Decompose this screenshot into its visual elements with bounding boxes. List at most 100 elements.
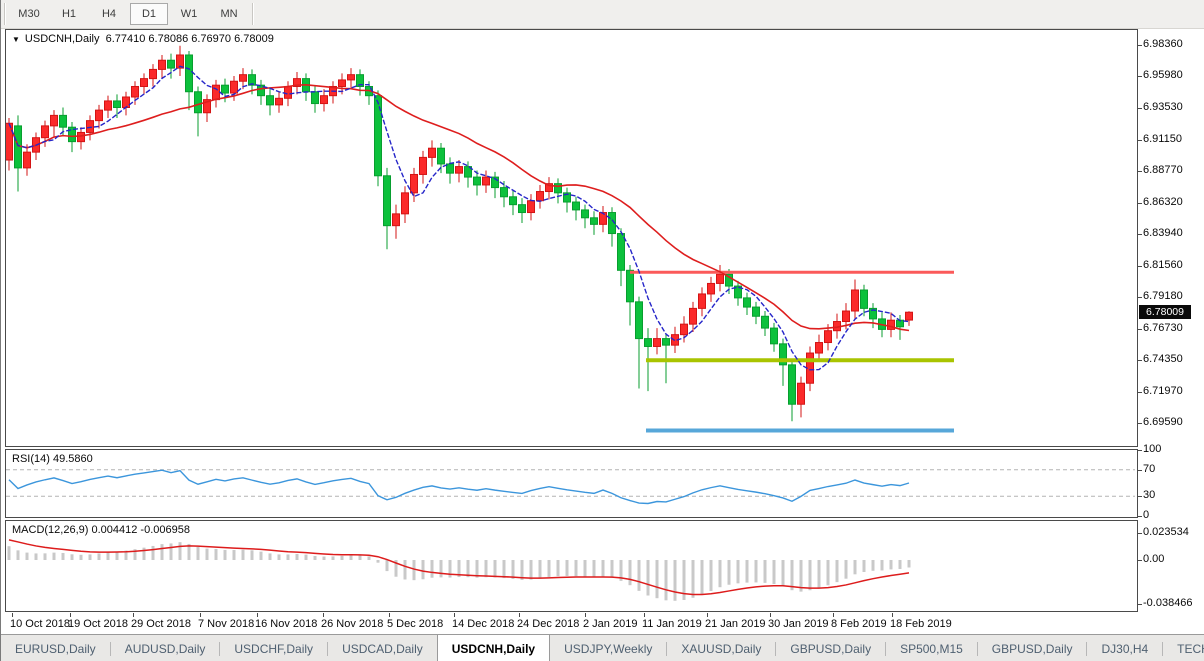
date-axis-label: 21 Jan 2019 xyxy=(705,618,766,630)
date-axis-tick xyxy=(892,613,893,617)
rsi-panel[interactable]: RSI(14) 49.5860 xyxy=(5,449,1138,518)
candlestick-chart[interactable] xyxy=(6,30,1135,444)
chart-tab-eurusd-daily[interactable]: EURUSD,Daily xyxy=(1,635,110,661)
candle xyxy=(573,202,580,210)
price-axis-label: 6.95980 xyxy=(1143,69,1183,81)
candle xyxy=(195,92,202,113)
chart-tab-usdcad-daily[interactable]: USDCAD,Daily xyxy=(328,635,437,661)
rsi-value: 49.5860 xyxy=(53,453,93,465)
price-axis-label: 6.76730 xyxy=(1143,322,1183,334)
chart-tab-dj30-h4[interactable]: DJ30,H4 xyxy=(1087,635,1162,661)
date-axis-tick xyxy=(133,613,134,617)
chart-tab-xauusd-daily[interactable]: XAUUSD,Daily xyxy=(667,635,775,661)
candle xyxy=(537,192,544,201)
timeframe-button-mn[interactable]: MN xyxy=(210,3,248,25)
timeframe-button-w1[interactable]: W1 xyxy=(170,3,208,25)
candle xyxy=(150,69,157,78)
candle xyxy=(132,86,139,97)
candle xyxy=(618,234,625,271)
candle xyxy=(78,132,85,141)
candle xyxy=(627,270,634,302)
date-axis-label: 29 Oct 2018 xyxy=(131,618,191,630)
timeframe-button-h4[interactable]: H4 xyxy=(90,3,128,25)
macd-panel[interactable]: MACD(12,26,9) 0.004412 -0.006958 xyxy=(5,520,1138,612)
date-axis-tick xyxy=(707,613,708,617)
price-axis-tick xyxy=(1138,45,1142,46)
price-axis-tick xyxy=(1138,392,1142,393)
candle xyxy=(96,110,103,121)
date-axis-tick xyxy=(70,613,71,617)
macd-axis-tick xyxy=(1138,533,1142,534)
price-axis-label: 6.83940 xyxy=(1143,227,1183,239)
candle xyxy=(798,383,805,404)
date-axis-tick xyxy=(200,613,201,617)
timeframe-button-h1[interactable]: H1 xyxy=(50,3,88,25)
candle xyxy=(87,121,94,133)
date-axis-label: 8 Feb 2019 xyxy=(831,618,887,630)
chart-tab-usdjpy-weekly[interactable]: USDJPY,Weekly xyxy=(550,635,666,661)
candle xyxy=(24,152,31,168)
date-axis-tick xyxy=(770,613,771,617)
date-axis-tick xyxy=(519,613,520,617)
ma-slow-line xyxy=(9,85,909,331)
chart-tab-tech100[interactable]: TECH100 xyxy=(1163,635,1204,661)
timeframe-button-m30[interactable]: M30 xyxy=(10,3,48,25)
date-axis-tick xyxy=(323,613,324,617)
candle xyxy=(186,55,193,92)
candle xyxy=(699,294,706,308)
candle xyxy=(438,148,445,164)
rsi-line xyxy=(9,470,909,503)
candle xyxy=(447,164,454,173)
price-axis-tick xyxy=(1138,140,1142,141)
price-axis-label: 6.91150 xyxy=(1143,133,1182,145)
chart-tab-gbpusd-daily[interactable]: GBPUSD,Daily xyxy=(978,635,1087,661)
price-axis-tick xyxy=(1138,423,1142,424)
candle xyxy=(843,311,850,322)
date-axis-label: 2 Jan 2019 xyxy=(583,618,637,630)
chart-ohlc-values: 6.77410 6.78086 6.76970 6.78009 xyxy=(106,33,274,45)
date-axis-label: 30 Jan 2019 xyxy=(768,618,829,630)
candle xyxy=(339,80,346,87)
rsi-axis-label: 70 xyxy=(1143,463,1155,475)
date-axis[interactable]: 10 Oct 201819 Oct 201829 Oct 20187 Nov 2… xyxy=(5,612,1204,634)
toolbar-separator xyxy=(4,3,6,25)
candle xyxy=(906,312,913,320)
candle xyxy=(501,188,508,197)
date-axis-label: 14 Dec 2018 xyxy=(452,618,514,630)
symbol-dropdown-icon[interactable]: ▼ xyxy=(12,35,20,44)
chart-tab-usdcnh-daily[interactable]: USDCNH,Daily xyxy=(437,635,550,661)
date-axis-tick xyxy=(833,613,834,617)
price-axis-label: 6.74350 xyxy=(1143,353,1183,365)
chart-tab-gbpusd-daily[interactable]: GBPUSD,Daily xyxy=(776,635,885,661)
candle xyxy=(582,210,589,218)
candle xyxy=(141,79,148,87)
date-axis-label: 24 Dec 2018 xyxy=(517,618,579,630)
candle xyxy=(474,177,481,185)
timeframe-button-d1[interactable]: D1 xyxy=(130,3,168,25)
price-axis-tick xyxy=(1138,203,1142,204)
rsi-axis-label: 30 xyxy=(1143,489,1155,501)
chart-tab-sp500-m15[interactable]: SP500,M15 xyxy=(886,635,977,661)
rsi-axis-tick xyxy=(1138,516,1142,517)
candle xyxy=(375,96,382,176)
date-axis-label: 11 Jan 2019 xyxy=(642,618,702,630)
chart-tab-usdchf-daily[interactable]: USDCHF,Daily xyxy=(220,635,327,661)
price-chart-panel[interactable]: ▼ USDCNH,Daily 6.77410 6.78086 6.76970 6.… xyxy=(5,29,1138,447)
candle xyxy=(753,307,760,316)
candle xyxy=(510,197,517,205)
price-axis-label: 6.93530 xyxy=(1143,101,1183,113)
candle xyxy=(411,174,418,192)
date-axis-label: 5 Dec 2018 xyxy=(387,618,443,630)
candle xyxy=(60,115,67,127)
toolbar-separator xyxy=(252,3,254,25)
rsi-chart[interactable] xyxy=(6,450,1135,515)
candle xyxy=(636,302,643,339)
date-axis-tick xyxy=(389,613,390,617)
chart-symbol-label: USDCNH,Daily xyxy=(25,33,100,45)
chart-tab-audusd-daily[interactable]: AUDUSD,Daily xyxy=(111,635,220,661)
rsi-name: RSI(14) xyxy=(12,453,50,465)
candle xyxy=(348,75,355,80)
candle xyxy=(321,96,328,104)
candle xyxy=(276,98,283,105)
price-axis-tick xyxy=(1138,329,1142,330)
